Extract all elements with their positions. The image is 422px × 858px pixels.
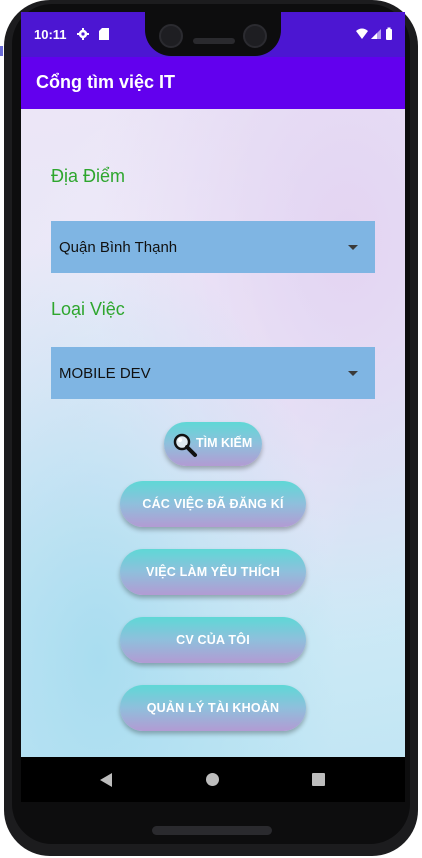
account-management-button[interactable]: QUẢN LÝ TÀI KHOẢN: [120, 685, 306, 731]
earpiece-speaker: [193, 38, 235, 44]
my-cv-button[interactable]: CV CỦA TÔI: [120, 617, 306, 663]
home-icon[interactable]: [206, 773, 219, 786]
back-icon[interactable]: [99, 772, 113, 788]
job-type-label: Loại Việc: [51, 299, 125, 319]
recents-icon[interactable]: [312, 773, 325, 786]
bottom-speaker-grille: [152, 826, 272, 835]
front-camera-left: [159, 24, 183, 48]
device-screen: 10:11 Cổng tìm việc IT Địa Điểm Quận Bìn…: [21, 12, 405, 802]
search-button-label: TÌM KIẾM: [196, 436, 253, 450]
camera-notch: [145, 12, 281, 56]
job-type-dropdown[interactable]: MOBILE DEV: [51, 347, 375, 399]
front-camera-right: [243, 24, 267, 48]
dropdown-arrow-icon: [348, 245, 358, 250]
gear-icon: [77, 28, 89, 40]
search-icon: [173, 433, 197, 457]
status-time: 10:11: [34, 27, 67, 42]
dropdown-arrow-icon: [348, 371, 358, 376]
status-indicators: [356, 27, 392, 40]
wifi-icon: [356, 28, 368, 39]
navigation-bar: [21, 757, 405, 802]
main-content: Địa Điểm Quận Bình Thạnh Loại Việc MOBIL…: [21, 109, 405, 757]
registered-jobs-button[interactable]: CÁC VIỆC ĐÃ ĐĂNG KÍ: [120, 481, 306, 527]
favorite-jobs-button[interactable]: VIỆC LÀM YÊU THÍCH: [120, 549, 306, 595]
location-dropdown-value: Quận Bình Thạnh: [59, 239, 178, 256]
location-label: Địa Điểm: [51, 166, 126, 186]
edge-marker: [0, 46, 3, 56]
job-type-dropdown-value: MOBILE DEV: [59, 365, 151, 382]
signal-icon: [371, 29, 381, 39]
battery-icon: [386, 27, 392, 40]
search-button[interactable]: TÌM KIẾM: [164, 422, 262, 466]
sd-card-icon: [99, 28, 109, 40]
location-dropdown[interactable]: Quận Bình Thạnh: [51, 221, 375, 273]
app-bar: Cổng tìm việc IT: [21, 57, 405, 109]
app-title: Cổng tìm việc IT: [36, 72, 176, 92]
